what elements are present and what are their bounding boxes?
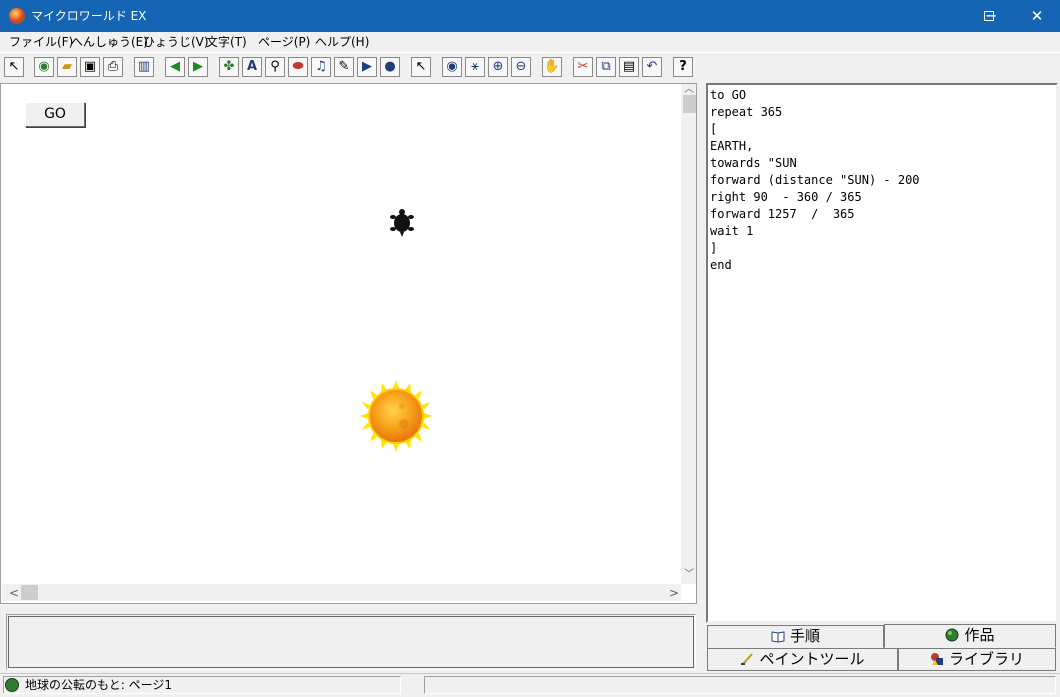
menu-file[interactable]: ファイル(F) [9,35,73,49]
book-icon [771,628,785,643]
command-center-field[interactable] [8,616,694,668]
cut-icon[interactable]: ✂ [573,57,593,77]
maximize-button[interactable] [966,0,1012,32]
page-layout-icon[interactable]: ▥ [134,57,154,77]
tab-painttools[interactable]: ペイントツール [707,648,898,671]
toolbar: ↖ ◉ ▰ ▣ ⎙ ▥ ◀ ▶ ✤ A ⚲ ⬬ ♫ ✎ ▶ ● ↖ ◉ ⚹ ⊕ … [0,52,1060,83]
globe-icon [5,678,19,692]
scroll-right-arrow-icon[interactable]: > [669,587,679,599]
menu-text[interactable]: 文字(T) [206,35,247,49]
horizontal-scrollbar[interactable] [2,584,681,601]
status-pane-secondary [424,676,1056,694]
vertical-scrollbar[interactable] [681,84,696,584]
stop-hand-icon[interactable]: ✋ [542,57,562,77]
window-title: マイクロワールド EX [31,9,147,23]
menu-page[interactable]: ページ(P) [258,35,310,49]
status-text: 地球の公転のもと: ページ1 [25,678,173,692]
procedures-code[interactable]: to GO repeat 365 [ EARTH, towards "SUN f… [710,87,1054,274]
undo-icon[interactable]: ↶ [642,57,662,77]
sun-turtle[interactable] [358,380,434,452]
vertical-scroll-thumb[interactable] [683,95,696,113]
go-button[interactable]: GO [25,102,85,127]
zoom-out-icon[interactable]: ⊖ [511,57,531,77]
turtle-earth[interactable] [388,208,416,238]
close-button[interactable]: ✕ [1014,0,1060,32]
text-box-icon[interactable]: A [242,57,262,77]
microworlds-app-icon [9,8,25,24]
tab-library-label: ライブラリ [948,650,1024,668]
paste-icon[interactable]: ▤ [619,57,639,77]
tab-painttools-label: ペイントツール [759,650,865,668]
stamp-icon[interactable]: ⚹ [465,57,485,77]
save-disk-icon[interactable]: ▣ [80,57,100,77]
zoom-in-icon[interactable]: ⊕ [488,57,508,77]
open-folder-icon[interactable]: ▰ [57,57,77,77]
shapes-icon [930,651,944,665]
select-arrow-icon[interactable]: ↖ [4,57,24,77]
menu-bar: ファイル(F) へんしゅう(E) ひょうじ(V) 文字(T) ページ(P) ヘル… [0,32,1060,52]
pointer-icon[interactable]: ↖ [411,57,431,77]
slider-icon[interactable]: ⚲ [265,57,285,77]
stage-canvas[interactable] [0,83,697,604]
menu-help[interactable]: ヘルプ(H) [315,35,369,49]
print-icon[interactable]: ⎙ [103,57,123,77]
paintbrush-icon [740,651,754,665]
eye-icon[interactable]: ◉ [442,57,462,77]
record-icon[interactable]: ● [380,57,400,77]
globe-icon [945,627,959,642]
globe-icon[interactable]: ◉ [34,57,54,77]
tab-project[interactable]: 作品 [884,624,1056,648]
scroll-down-arrow-icon[interactable]: ﹀ [684,569,694,581]
title-bar [0,0,1060,32]
copy-icon[interactable]: ⧉ [596,57,616,77]
tab-procedures[interactable]: 手順 [707,625,884,649]
menu-view[interactable]: ひょうじ(V) [143,35,209,49]
previous-page-icon[interactable]: ◀ [165,57,185,77]
next-page-icon[interactable]: ▶ [188,57,208,77]
music-icon[interactable]: ♫ [311,57,331,77]
new-turtle-icon[interactable]: ✤ [219,57,239,77]
menu-edit[interactable]: へんしゅう(E) [71,35,148,49]
tab-procedures-label: 手順 [789,627,820,645]
scroll-left-arrow-icon[interactable]: < [9,587,19,599]
tab-library[interactable]: ライブラリ [898,648,1056,671]
video-icon[interactable]: ▶ [357,57,377,77]
tab-project-label: 作品 [964,626,995,644]
pen-icon[interactable]: ✎ [334,57,354,77]
horizontal-scroll-thumb[interactable] [21,585,38,600]
button-tool-icon[interactable]: ⬬ [288,57,308,77]
help-icon[interactable]: ? [673,57,693,77]
